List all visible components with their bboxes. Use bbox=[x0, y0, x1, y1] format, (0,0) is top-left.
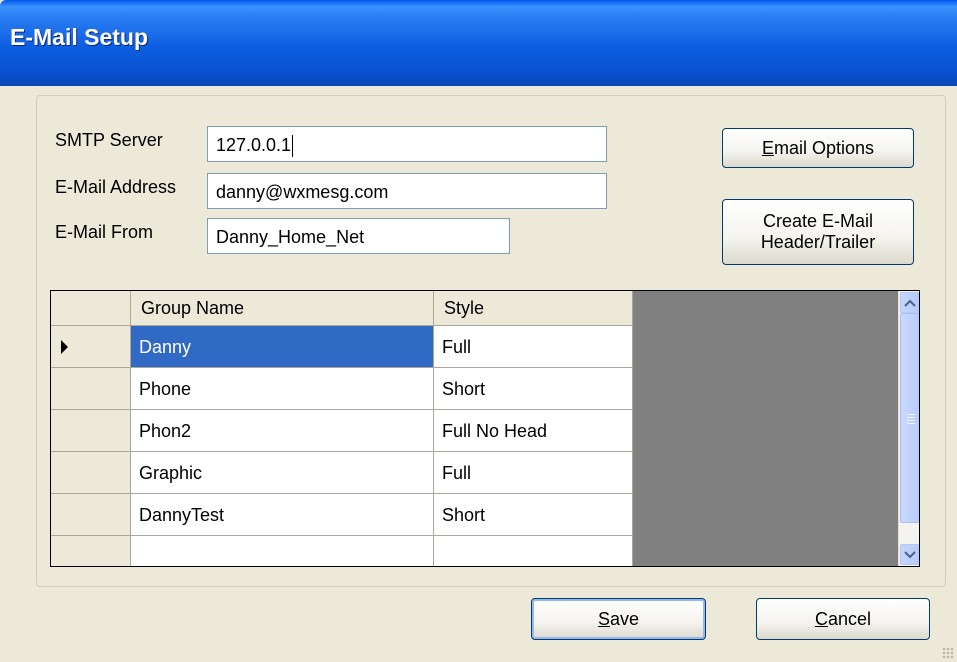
grid-vertical-scrollbar[interactable] bbox=[898, 291, 919, 566]
save-label-rest: ave bbox=[609, 608, 640, 629]
email-groups-grid[interactable]: Group Name Style Danny Full Phone Short … bbox=[50, 290, 920, 567]
row-header[interactable] bbox=[51, 536, 131, 566]
cancel-button[interactable]: Cancel bbox=[756, 598, 930, 640]
email-from-value: Danny_Home_Net bbox=[216, 227, 365, 247]
window-title: E-Mail Setup bbox=[10, 24, 149, 50]
cancel-label-rest: ancel bbox=[827, 608, 872, 629]
title-bar[interactable]: E-Mail Setup bbox=[0, 0, 957, 86]
cell-group-name[interactable]: Phon2 bbox=[131, 410, 434, 452]
cell-group-name[interactable]: DannyTest bbox=[131, 494, 434, 536]
column-header-style[interactable]: Style bbox=[434, 291, 633, 326]
chevron-up-icon bbox=[904, 299, 916, 307]
thumb-grip bbox=[907, 417, 915, 418]
row-header[interactable] bbox=[51, 494, 131, 536]
save-label: Save bbox=[598, 609, 639, 630]
email-options-label: Email Options bbox=[762, 138, 874, 159]
email-address-input[interactable]: danny@wxmesg.com bbox=[207, 173, 607, 209]
cell-group-name[interactable]: Graphic bbox=[131, 452, 434, 494]
cell-style[interactable]: Full bbox=[434, 452, 633, 494]
email-address-label: E-Mail Address bbox=[55, 177, 177, 197]
row-pointer-icon bbox=[61, 340, 68, 354]
scroll-thumb[interactable] bbox=[900, 313, 919, 523]
cell-group-name[interactable] bbox=[131, 536, 434, 566]
cell-style[interactable] bbox=[434, 536, 633, 566]
row-header[interactable] bbox=[51, 368, 131, 410]
scroll-up-button[interactable] bbox=[900, 292, 919, 313]
cell-style[interactable]: Short bbox=[434, 368, 633, 410]
row-header[interactable] bbox=[51, 326, 131, 368]
cell-group-name[interactable]: Phone bbox=[131, 368, 434, 410]
email-options-label-rest: mail Options bbox=[773, 137, 875, 158]
cell-style[interactable]: Full No Head bbox=[434, 410, 633, 452]
cell-style[interactable]: Full bbox=[434, 326, 633, 368]
email-from-input[interactable]: Danny_Home_Net bbox=[207, 218, 510, 254]
column-header-group-name[interactable]: Group Name bbox=[131, 291, 434, 326]
thumb-grip bbox=[907, 420, 915, 421]
email-address-value: danny@wxmesg.com bbox=[216, 182, 389, 202]
email-setup-window: E-Mail Setup SMTP Server E-Mail Address … bbox=[0, 0, 957, 662]
email-options-button[interactable]: Email Options bbox=[722, 128, 914, 168]
chevron-down-icon bbox=[904, 550, 916, 558]
mnemonic-s: S bbox=[597, 608, 610, 629]
create-header-trailer-button[interactable]: Create E-Mail Header/Trailer bbox=[722, 199, 914, 265]
email-from-label: E-Mail From bbox=[55, 222, 153, 242]
cell-style[interactable]: Short bbox=[434, 494, 633, 536]
resize-grip[interactable] bbox=[942, 647, 954, 659]
mnemonic-e: E bbox=[761, 137, 774, 158]
smtp-server-input[interactable]: 127.0.0.1 bbox=[207, 126, 607, 162]
row-header[interactable] bbox=[51, 410, 131, 452]
mnemonic-c: C bbox=[814, 608, 828, 629]
cancel-label: Cancel bbox=[815, 609, 871, 630]
create-header-label-line1: Create E-Mail bbox=[762, 211, 874, 231]
scroll-down-button[interactable] bbox=[900, 544, 919, 565]
create-header-label-line2: Header/Trailer bbox=[760, 232, 876, 252]
thumb-grip bbox=[907, 423, 915, 424]
thumb-grip bbox=[907, 414, 915, 415]
text-caret bbox=[292, 135, 294, 158]
cell-group-name[interactable]: Danny bbox=[131, 326, 434, 368]
smtp-server-label: SMTP Server bbox=[55, 130, 163, 150]
save-button[interactable]: Save bbox=[531, 598, 706, 640]
grid-corner-header bbox=[51, 291, 131, 326]
row-header[interactable] bbox=[51, 452, 131, 494]
smtp-server-value: 127.0.0.1 bbox=[216, 135, 292, 155]
